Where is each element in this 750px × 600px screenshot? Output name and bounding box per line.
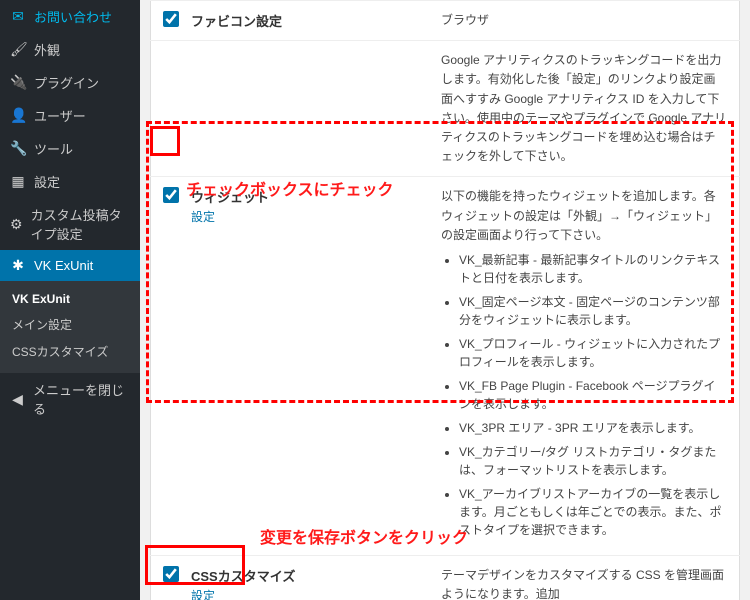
sidebar-item-plugins[interactable]: 🔌 プラグイン — [0, 66, 140, 99]
css-checkbox[interactable] — [163, 566, 179, 582]
mail-icon: ✉ — [10, 8, 26, 25]
sidebar-collapse[interactable]: ◀ メニューを閉じる — [0, 373, 140, 425]
sidebar-item-label: ユーザー — [34, 106, 86, 125]
sidebar-item-appearance[interactable]: 🖌 外観 — [0, 33, 140, 66]
sidebar-item-label: 設定 — [34, 172, 60, 191]
sidebar-item-label: 外観 — [34, 40, 60, 59]
row-analytics-desc: Google アナリティクスのトラッキングコードを出力します。有効化した後「設定… — [151, 41, 740, 177]
list-item: VK_プロフィール - ウィジェットに入力されたプロフィールを表示します。 — [459, 335, 727, 371]
css-desc1: テーマデザインをカスタマイズする CSS を管理画面 — [441, 566, 727, 585]
sidebar-item-vkexunit[interactable]: ✱ VK ExUnit — [0, 250, 140, 281]
favicon-label: ファビコン設定 — [191, 14, 282, 29]
css-settings-link[interactable]: 設定 — [191, 587, 215, 600]
css-label: CSSカスタマイズ — [191, 569, 295, 584]
sidebar-item-label: カスタム投稿タイプ設定 — [31, 205, 130, 243]
widget-desc-list: VK_最新記事 - 最新記事タイトルのリンクテキストと日付を表示します。 VK_… — [441, 251, 727, 539]
sidebar-item-tools[interactable]: 🔧 ツール — [0, 132, 140, 165]
sidebar-item-cpt[interactable]: ⚙ カスタム投稿タイプ設定 — [0, 198, 140, 250]
widget-settings-link[interactable]: 設定 — [191, 208, 215, 225]
plug-icon: 🔌 — [10, 74, 26, 91]
sidebar-item-contact[interactable]: ✉ お問い合わせ — [0, 0, 140, 33]
sidebar-item-label: ツール — [34, 139, 73, 158]
analytics-desc: Google アナリティクスのトラッキングコードを出力します。有効化した後「設定… — [441, 53, 726, 163]
widget-checkbox[interactable] — [163, 187, 179, 203]
row-widget: ウィジェット 設定 以下の機能を持ったウィジェットを追加します。各ウィジェットの… — [151, 177, 740, 556]
css-desc2: ようになります。追加 — [441, 585, 727, 600]
list-item: VK_アーカイブリストアーカイブの一覧を表示します。月ごともしくは年ごとでの表示… — [459, 485, 727, 539]
list-item: VK_FB Page Plugin - Facebook ページプラグインを表示… — [459, 377, 727, 413]
admin-sidebar: ✉ お問い合わせ 🖌 外観 🔌 プラグイン 👤 ユーザー 🔧 ツール ▦ 設定 ⚙ カスタム投… — [0, 0, 140, 600]
sidebar-submenu: VK ExUnit メイン設定 CSSカスタマイズ — [0, 281, 140, 373]
settings-table: ファビコン設定 ブラウザ Google アナリティクスのトラッキングコードを出力… — [150, 0, 740, 600]
user-icon: 👤 — [10, 107, 26, 124]
list-item: VK_最新記事 - 最新記事タイトルのリンクテキストと日付を表示します。 — [459, 251, 727, 287]
chevron-left-icon: ◀ — [10, 391, 25, 408]
sidebar-item-label: お問い合わせ — [34, 7, 112, 26]
sliders-icon: ▦ — [10, 173, 26, 190]
gear-icon: ⚙ — [10, 216, 23, 233]
sidebar-sub-item-main[interactable]: メイン設定 — [0, 311, 140, 338]
row-css: CSSカスタマイズ 設定 テーマデザインをカスタマイズする CSS を管理画面 … — [151, 555, 740, 600]
sidebar-item-users[interactable]: 👤 ユーザー — [0, 99, 140, 132]
brush-icon: 🖌 — [10, 41, 26, 58]
widget-desc-intro: 以下の機能を持ったウィジェットを追加します。各ウィジェットの設定は「外観」→「ウ… — [441, 187, 727, 245]
sidebar-item-label: VK ExUnit — [34, 258, 93, 273]
favicon-checkbox[interactable] — [163, 11, 179, 27]
list-item: VK_カテゴリー/タグ リストカテゴリ・タグまたは、フォーマットリストを表示しま… — [459, 443, 727, 479]
list-item: VK_固定ページ本文 - 固定ページのコンテンツ部分をウィジェットに表示します。 — [459, 293, 727, 329]
sidebar-item-label: メニューを閉じる — [33, 380, 130, 418]
wrench-icon: 🔧 — [10, 140, 26, 157]
star-icon: ✱ — [10, 257, 26, 274]
main-content: ファビコン設定 ブラウザ Google アナリティクスのトラッキングコードを出力… — [140, 0, 750, 600]
sidebar-sub-item-vkexunit[interactable]: VK ExUnit — [0, 287, 140, 311]
row-favicon: ファビコン設定 ブラウザ — [151, 1, 740, 41]
list-item: VK_3PR エリア - 3PR エリアを表示します。 — [459, 419, 727, 437]
sidebar-item-label: プラグイン — [34, 73, 99, 92]
sidebar-item-settings[interactable]: ▦ 設定 — [0, 165, 140, 198]
widget-label: ウィジェット — [191, 190, 269, 205]
sidebar-sub-item-css[interactable]: CSSカスタマイズ — [0, 338, 140, 365]
favicon-desc: ブラウザ — [441, 13, 489, 27]
